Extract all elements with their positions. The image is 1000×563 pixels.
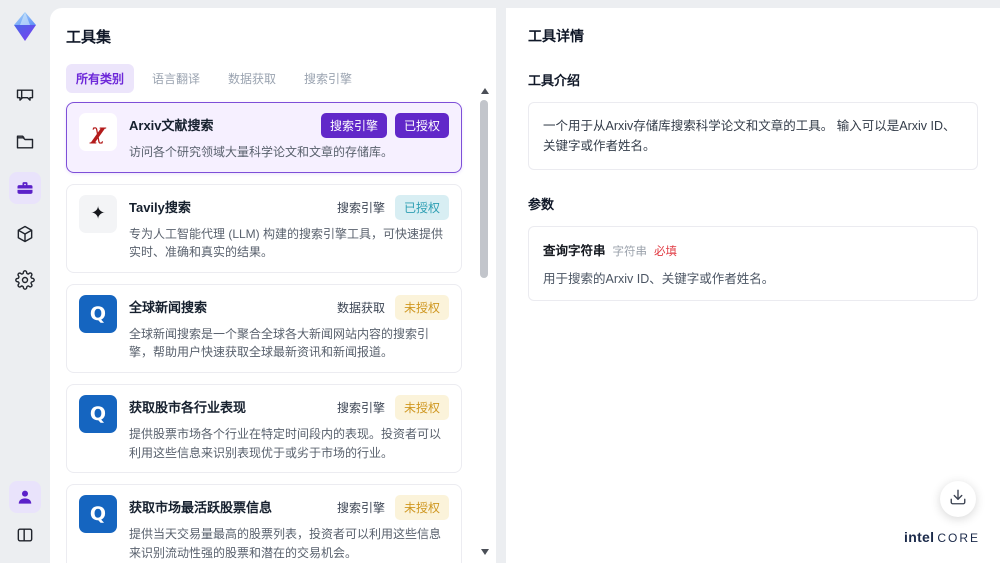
sidebar-item-chat[interactable] xyxy=(9,80,41,112)
tab-all-categories[interactable]: 所有类别 xyxy=(66,64,135,93)
scrollbar xyxy=(479,88,490,555)
category-label: 搜索引擎 xyxy=(336,400,385,415)
sidebar-item-panel-toggle[interactable] xyxy=(9,519,41,551)
tool-description: 访问各个研究领域大量科学论文和文章的存储库。 xyxy=(129,145,394,159)
auth-status-badge: 未授权 xyxy=(394,495,449,521)
toolset-panel: 工具集 所有类别 语言翻译 数据获取 搜索引擎 χ Arxiv文献搜索 搜索引擎… xyxy=(50,8,496,563)
arxiv-logo-icon: χ xyxy=(79,113,117,151)
tool-name: 获取市场最活跃股票信息 xyxy=(129,500,273,516)
tool-description: 专为人工智能代理 (LLM) 构建的搜索引擎工具，可快速提供实时、准确和真实的结… xyxy=(129,226,444,260)
tool-card-global-news[interactable]: Q 全球新闻搜索 数据获取 未授权 全球新闻搜索是一个聚合全球各大新闻网站内容的… xyxy=(66,283,462,373)
category-label: 搜索引擎 xyxy=(336,200,385,215)
category-label: 搜索引擎 xyxy=(336,501,385,516)
tab-data-fetching[interactable]: 数据获取 xyxy=(218,64,286,93)
sidebar-item-toolbox[interactable] xyxy=(9,172,41,204)
rail-nav xyxy=(9,80,41,296)
parameter-card: 查询字符串 字符串 必填 用于搜索的Arxiv ID、关键字或作者姓名。 xyxy=(528,226,978,301)
scrollbar-thumb[interactable] xyxy=(480,100,488,278)
stock-logo-icon: Q xyxy=(79,394,117,433)
param-name: 查询字符串 xyxy=(543,244,606,258)
tool-description: 提供当天交易量最高的股票列表，投资者可以利用这些信息来识别流动性强的股票和潜在的… xyxy=(129,527,442,560)
intel-core-logo: intel core xyxy=(904,529,980,545)
details-title: 工具详情 xyxy=(528,28,584,44)
param-description: 用于搜索的Arxiv ID、关键字或作者姓名。 xyxy=(543,272,775,286)
cube-icon xyxy=(15,224,35,244)
tool-card-arxiv[interactable]: χ Arxiv文献搜索 搜索引擎 已授权 访问各个研究领域大量科学论文和文章的存… xyxy=(66,102,462,173)
tool-intro-box: 一个用于从Arxiv存储库搜索科学论文和文章的工具。 输入可以是Arxiv ID… xyxy=(528,102,978,170)
tool-name: 全球新闻搜索 xyxy=(129,299,208,315)
auth-status-badge: 未授权 xyxy=(394,294,449,320)
tool-name: 获取股市各行业表现 xyxy=(129,399,247,415)
param-required-flag: 必填 xyxy=(654,246,678,258)
download-button[interactable] xyxy=(940,481,976,517)
gear-icon xyxy=(15,270,35,290)
app-window: 工具集 所有类别 语言翻译 数据获取 搜索引擎 χ Arxiv文献搜索 搜索引擎… xyxy=(0,0,1000,563)
scrollbar-down-arrow[interactable] xyxy=(481,549,489,555)
tool-name: Tavily搜索 xyxy=(129,199,191,215)
download-icon xyxy=(949,488,967,511)
auth-status-badge: 未授权 xyxy=(394,394,449,420)
tavily-logo-icon: ✦ xyxy=(79,194,117,233)
sidebar-item-settings[interactable] xyxy=(9,264,41,296)
tool-card-active-stocks[interactable]: Q 获取市场最活跃股票信息 搜索引擎 未授权 提供当天交易量最高的股票列表，投资… xyxy=(66,484,462,563)
tool-name: Arxiv文献搜索 xyxy=(129,118,214,133)
panel-toggle-icon xyxy=(15,525,35,545)
tool-card-tavily[interactable]: ✦ Tavily搜索 搜索引擎 已授权 专为人工智能代理 (LLM) 构建的搜索… xyxy=(66,183,462,273)
page-title: 工具集 xyxy=(66,29,112,46)
tool-list: χ Arxiv文献搜索 搜索引擎 已授权 访问各个研究领域大量科学论文和文章的存… xyxy=(66,102,480,563)
toolbox-icon xyxy=(15,178,35,198)
rail-bottom xyxy=(9,481,41,551)
app-logo xyxy=(9,10,41,44)
news-logo-icon: Q xyxy=(79,294,117,333)
tool-description: 全球新闻搜索是一个聚合全球各大新闻网站内容的搜索引擎，帮助用户快速获取全球最新资… xyxy=(129,326,430,360)
category-badge: 搜索引擎 xyxy=(320,113,387,138)
scrollbar-up-arrow[interactable] xyxy=(481,88,489,94)
tool-description: 提供股票市场各个行业在特定时间段内的表现。投资者可以利用这些信息来识别表现优于或… xyxy=(129,426,442,460)
category-label: 数据获取 xyxy=(336,300,385,315)
param-type: 字符串 xyxy=(612,246,648,258)
stock-logo-icon: Q xyxy=(79,495,117,534)
category-tabs: 所有类别 语言翻译 数据获取 搜索引擎 xyxy=(66,64,480,93)
left-rail xyxy=(0,0,50,563)
sidebar-item-account[interactable] xyxy=(9,481,41,513)
chat-icon xyxy=(15,86,35,106)
user-icon xyxy=(15,487,35,507)
sidebar-item-files[interactable] xyxy=(9,126,41,158)
tool-card-stock-sectors[interactable]: Q 获取股市各行业表现 搜索引擎 未授权 提供股票市场各个行业在特定时间段内的表… xyxy=(66,383,462,474)
intro-section-title: 工具介绍 xyxy=(528,73,581,88)
auth-status-badge: 已授权 xyxy=(394,194,449,220)
params-section-title: 参数 xyxy=(528,197,555,212)
tab-search-engine[interactable]: 搜索引擎 xyxy=(294,64,362,93)
tab-language-translation[interactable]: 语言翻译 xyxy=(142,64,210,93)
sidebar-item-plugins[interactable] xyxy=(9,218,41,250)
tool-details-panel: 工具详情 工具介绍 一个用于从Arxiv存储库搜索科学论文和文章的工具。 输入可… xyxy=(506,8,1000,563)
auth-status-badge: 已授权 xyxy=(394,113,449,138)
folder-icon xyxy=(15,132,35,152)
